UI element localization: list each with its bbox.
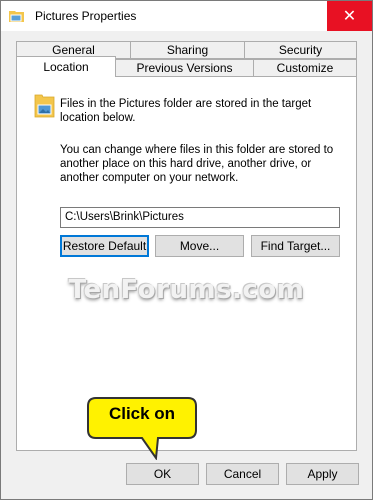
- location-path-input[interactable]: C:\Users\Brink\Pictures: [60, 207, 340, 228]
- tab-location[interactable]: Location: [16, 56, 116, 77]
- tab-label: Security: [278, 43, 323, 57]
- tab-label: Customize: [276, 61, 334, 75]
- close-button[interactable]: ✕: [327, 1, 372, 31]
- button-label: Cancel: [223, 467, 262, 481]
- folder-pictures-icon: [9, 9, 25, 23]
- apply-button[interactable]: Apply: [286, 463, 359, 485]
- folder-pictures-icon: [34, 92, 56, 118]
- tab-sharing[interactable]: Sharing: [130, 41, 245, 59]
- tab-label: General: [52, 43, 95, 57]
- watermark: TenForums.com: [68, 275, 305, 305]
- cancel-button[interactable]: Cancel: [206, 463, 279, 485]
- callout-text: Click on: [108, 404, 176, 423]
- window-title: Pictures Properties: [35, 9, 137, 23]
- find-target-button[interactable]: Find Target...: [251, 235, 340, 257]
- button-label: Move...: [179, 239, 220, 253]
- close-icon: ✕: [342, 8, 357, 25]
- button-label: OK: [153, 467, 172, 481]
- tab-label: Sharing: [166, 43, 209, 57]
- button-label: Restore Default: [62, 239, 147, 253]
- tab-security[interactable]: Security: [244, 41, 357, 59]
- title-bar[interactable]: Pictures Properties ✕: [1, 1, 372, 31]
- tab-label: Previous Versions: [136, 61, 233, 75]
- ok-button[interactable]: OK: [126, 463, 199, 485]
- location-description: You can change where files in this folde…: [60, 144, 334, 184]
- location-info-text: Files in the Pictures folder are stored …: [60, 98, 312, 124]
- button-label: Apply: [307, 467, 338, 481]
- location-panel: Files in the Pictures folder are stored …: [16, 76, 357, 451]
- tab-customize[interactable]: Customize: [253, 59, 357, 77]
- button-label: Find Target...: [260, 239, 331, 253]
- callout: Click on: [86, 396, 198, 460]
- tab-previous-versions[interactable]: Previous Versions: [115, 59, 254, 77]
- restore-default-button[interactable]: Restore Default: [60, 235, 149, 257]
- tab-label: Location: [43, 60, 89, 74]
- move-button[interactable]: Move...: [155, 235, 244, 257]
